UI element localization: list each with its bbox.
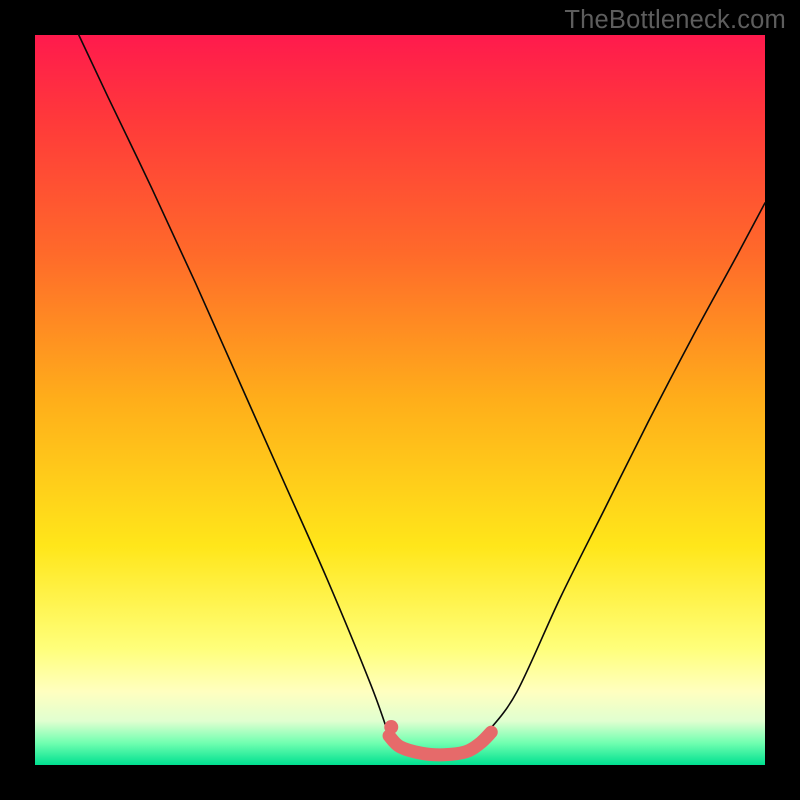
watermark-text: TheBottleneck.com xyxy=(564,6,786,35)
left-curve xyxy=(79,35,389,736)
sweet-spot-band xyxy=(389,732,491,755)
plot-area xyxy=(35,35,765,765)
chart-frame: TheBottleneck.com xyxy=(0,0,800,800)
right-curve xyxy=(488,203,765,732)
sweet-spot-dot xyxy=(384,720,398,734)
curve-layer xyxy=(35,35,765,765)
